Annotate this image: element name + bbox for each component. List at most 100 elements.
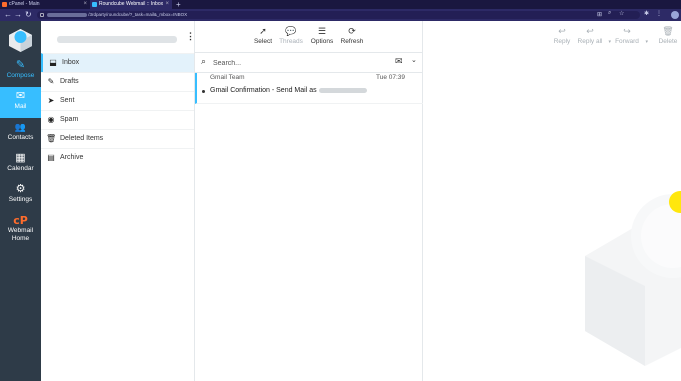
forward-dropdown-icon[interactable]: ▾ [645,39,648,45]
star-icon[interactable]: ☆ [619,10,624,17]
reply-label: Reply [553,38,571,45]
nav-mail[interactable]: ✉ Mail [0,87,41,118]
contacts-icon: 👥 [14,122,27,132]
list-options-icon: ☰ [317,26,327,36]
extensions-icon[interactable]: ✱ [644,10,649,17]
tab-label: cPanel - Main [9,1,40,7]
options-button[interactable]: ☰ Options [305,25,339,46]
reply-icon: ↩ [558,26,566,36]
search-icon[interactable]: ⌕ [201,56,206,67]
nav-contacts-label: Contacts [7,134,34,141]
roundcube-logo-icon[interactable] [7,28,34,53]
refresh-icon: ⟳ [348,26,356,36]
chevron-down-icon[interactable]: ⌄ [411,56,417,64]
browser-tab-roundcube[interactable]: Roundcube Webmail :: Inbox × [90,0,172,9]
delete-button[interactable]: 🗑 Delete [657,25,679,46]
refresh-label: Refresh [340,38,364,45]
forward-button[interactable]: ↪ Forward ▾ [614,25,648,46]
redacted-account-name [57,36,177,43]
nav-calendar-label: Calendar [7,165,34,172]
folder-label: Inbox [62,59,80,66]
forward-label: Forward [615,38,639,45]
profile-avatar[interactable] [671,11,679,19]
forward-icon: ↪ [623,26,631,36]
cpanel-favicon-icon [2,2,7,7]
options-label: Options [310,38,334,45]
url-text: /3rdparty/roundcube/?_task=mail&_mbox=IN… [88,12,188,17]
forward-icon[interactable]: → [14,10,22,20]
menu-icon[interactable]: ⋮ [656,10,662,17]
search-input[interactable] [213,57,373,69]
address-bar-row: ← → ↻ /3rdparty/roundcube/?_task=mail&_m… [0,9,681,21]
main-navigation: ✎ Compose ✉ Mail 👥 Contacts ▦ Calendar ⚙… [0,21,41,381]
folder-spam[interactable]: ◉ Spam [41,110,194,129]
mail-search-bar: ⌕ ✉ ⌄ [195,52,423,73]
delete-label: Delete [658,38,678,45]
cpanel-icon: cP [13,214,28,227]
lock-icon [40,13,44,17]
reply-all-button[interactable]: ↩ Reply all ▾ [577,25,611,46]
nav-compose[interactable]: ✎ Compose [0,56,41,87]
trash-icon: 🗑 [662,26,674,36]
folder-pane: ⋮ ⬓ Inbox ✎ Drafts ➤ Sent ◉ Spam 🗑 Delet… [41,21,195,381]
nav-contacts[interactable]: 👥 Contacts [0,118,41,149]
message-sender: Gmail Team [210,74,245,81]
reading-pane: ↩ Reply ↩ Reply all ▾ ↪ Forward ▾ 🗑 Dele… [423,21,681,381]
browser-tab-cpanel[interactable]: cPanel - Main × [0,0,90,9]
folder-label: Sent [60,97,75,104]
reply-button[interactable]: ↩ Reply [552,25,572,46]
new-tab-button[interactable]: + [176,0,181,9]
message-subject-line: Gmail Confirmation - Send Mail as [210,87,367,94]
url-field[interactable]: /3rdparty/roundcube/?_task=mail&_mbox=IN… [37,11,640,19]
close-tab-icon[interactable]: × [83,0,87,9]
reply-all-label: Reply all [577,38,603,45]
send-icon: ➤ [47,96,55,105]
back-icon[interactable]: ← [4,10,12,20]
folder-label: Drafts [60,78,79,85]
reload-icon[interactable]: ↻ [25,10,32,20]
message-subject: Gmail Confirmation - Send Mail as [210,87,317,94]
spam-icon: ◉ [47,115,55,124]
envelope-icon[interactable]: ✉ [395,56,403,67]
trash-icon: 🗑 [46,134,57,143]
folder-label: Archive [60,154,84,161]
compose-icon: ✎ [15,59,26,71]
folder-inbox[interactable]: ⬓ Inbox [41,53,194,72]
nav-mail-label: Mail [14,103,27,110]
nav-settings[interactable]: ⚙ Settings [0,180,41,211]
tab-label: Roundcube Webmail :: Inbox [99,1,164,7]
translate-icon[interactable]: ⊞ [597,11,602,18]
calendar-icon: ▦ [15,152,26,164]
nav-webmail-home[interactable]: cP Webmail Home [0,211,41,245]
roundcube-favicon-icon [92,2,97,7]
mail-icon: ✉ [15,90,26,102]
threads-label: Threads [279,38,303,45]
nav-compose-label: Compose [6,72,35,79]
message-list-pane: ➚ Select 💬 Threads ☰ Options ⟳ Refresh ⌕… [195,21,423,381]
search-icon[interactable]: ⌕ [608,10,611,17]
browser-tab-strip: cPanel - Main × Roundcube Webmail :: Inb… [0,0,681,9]
folder-sent[interactable]: ➤ Sent [41,91,194,110]
folder-label: Deleted Items [60,135,104,142]
nav-calendar[interactable]: ▦ Calendar [0,149,41,180]
reply-all-dropdown-icon[interactable]: ▾ [608,39,611,45]
message-row[interactable]: Gmail Team Tue 07:39 Gmail Confirmation … [195,73,423,104]
folder-menu-icon[interactable]: ⋮ [186,31,195,42]
unread-dot-icon[interactable] [202,90,205,93]
message-date: Tue 07:39 [375,74,405,81]
folder-drafts[interactable]: ✎ Drafts [41,72,194,91]
threads-button[interactable]: 💬 Threads [274,25,308,46]
close-tab-icon[interactable]: × [165,0,169,9]
pencil-icon: ✎ [47,77,55,86]
archive-icon: ▤ [47,153,55,162]
folder-deleted-items[interactable]: 🗑 Deleted Items [41,129,194,148]
reply-all-icon: ↩ [586,26,594,36]
folder-archive[interactable]: ▤ Archive [41,148,194,167]
folder-label: Spam [60,116,79,123]
inbox-icon: ⬓ [49,58,57,67]
redacted-domain [47,12,87,17]
nav-settings-label: Settings [8,196,33,203]
nav-webmail-home-label: Webmail Home [7,227,34,242]
settings-gear-icon: ⚙ [15,183,26,195]
refresh-button[interactable]: ⟳ Refresh [335,25,369,46]
